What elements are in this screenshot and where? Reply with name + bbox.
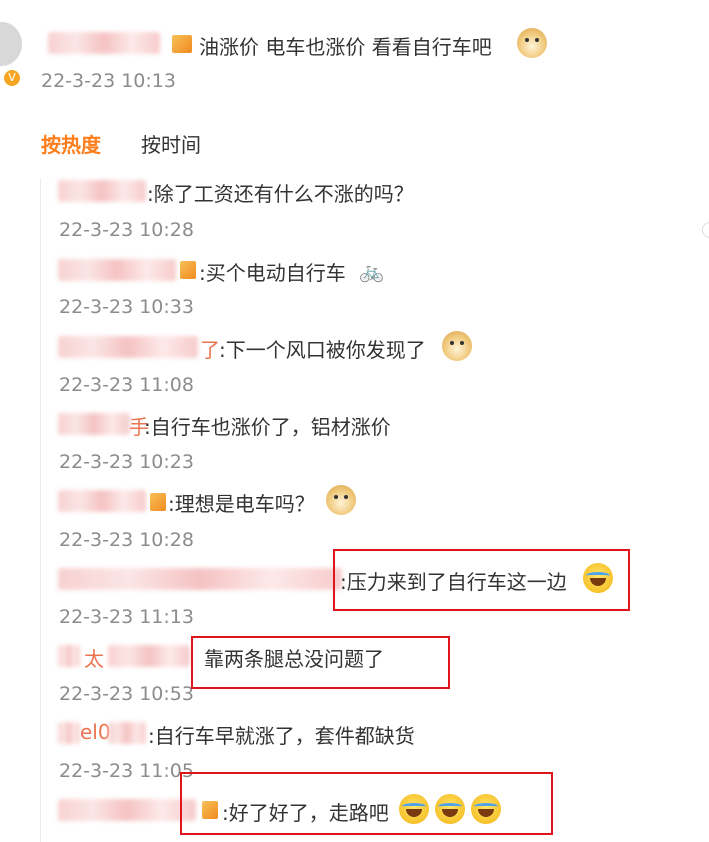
- reply-text: :买个电动自行车: [199, 261, 346, 285]
- author-name-redacted[interactable]: [48, 32, 160, 54]
- post-text: 油涨价 电车也涨价 看看自行车吧: [199, 35, 492, 59]
- member-badge-icon: [180, 261, 196, 279]
- reply-author-redacted[interactable]: [58, 259, 176, 281]
- reply-author-redacted[interactable]: [58, 645, 80, 667]
- highlight-box: [180, 772, 553, 835]
- reply-timestamp: 22-3-23 11:13: [59, 606, 194, 628]
- bicycle-icon: 🚲: [359, 259, 384, 283]
- scroll-indicator: [702, 222, 709, 238]
- reply-text: :自行车也涨价了，铝材涨价: [144, 415, 391, 439]
- reply-timestamp: 22-3-23 10:53: [59, 683, 194, 705]
- reply-text: :自行车早就涨了，套件都缺货: [148, 724, 415, 748]
- member-badge-icon: [150, 493, 166, 511]
- reply-timestamp: 22-3-23 10:33: [59, 296, 194, 318]
- member-badge-icon: [172, 35, 192, 53]
- highlight-box: [191, 636, 450, 689]
- tab-sort-time[interactable]: 按时间: [141, 129, 201, 158]
- tab-sort-hot[interactable]: 按热度: [41, 129, 101, 158]
- reply-timestamp: 22-3-23 10:28: [59, 219, 194, 241]
- reply-author-redacted[interactable]: [58, 799, 196, 821]
- verified-badge-icon: V: [4, 70, 20, 86]
- reply-author-redacted[interactable]: [58, 180, 146, 202]
- reply-author-fragment[interactable]: el0: [80, 720, 111, 744]
- doge-emoji-icon: [442, 331, 472, 361]
- reply-timestamp: 22-3-23 10:23: [59, 451, 194, 473]
- highlight-box: [333, 549, 630, 611]
- reply-author-redacted[interactable]: [108, 645, 190, 667]
- reply-author-fragment[interactable]: 了: [200, 334, 220, 363]
- reply-author-redacted[interactable]: [58, 490, 146, 512]
- reply-text: :理想是电车吗？: [168, 492, 315, 516]
- reply-author-redacted[interactable]: [58, 722, 80, 744]
- reply-timestamp: 22-3-23 11:05: [59, 760, 194, 782]
- reply-author-redacted[interactable]: [58, 568, 342, 590]
- reply-author-redacted[interactable]: [58, 413, 130, 435]
- doge-emoji-icon: [326, 485, 356, 515]
- reply-author-redacted[interactable]: [108, 722, 146, 744]
- reply-text: :下一个风口被你发现了: [219, 338, 426, 362]
- doge-emoji-icon: [517, 28, 547, 58]
- reply-timestamp: 22-3-23 11:08: [59, 374, 194, 396]
- reply-author-fragment[interactable]: 太: [84, 643, 104, 672]
- reply-author-redacted[interactable]: [58, 336, 198, 358]
- avatar[interactable]: [0, 22, 22, 66]
- reply-text: :除了工资还有什么不涨的吗？: [147, 182, 414, 206]
- post-timestamp: 22-3-23 10:13: [41, 70, 176, 92]
- reply-timestamp: 22-3-23 10:28: [59, 529, 194, 551]
- thread-divider: [40, 178, 41, 842]
